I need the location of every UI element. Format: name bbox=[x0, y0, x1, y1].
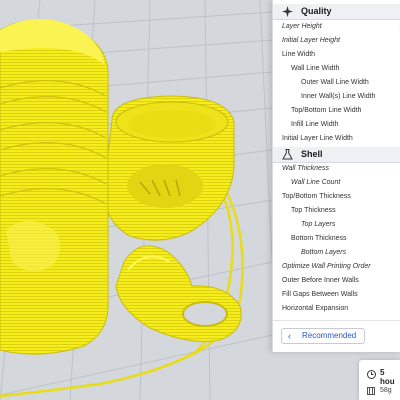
setting-inner-wall-line-width[interactable]: Inner Wall(s) Line Width bbox=[301, 90, 375, 103]
section-shell[interactable]: Shell bbox=[273, 147, 400, 163]
flask-icon bbox=[282, 149, 293, 160]
section-shell-title: Shell bbox=[301, 149, 323, 159]
setting-wall-line-width[interactable]: Wall Line Width bbox=[291, 62, 339, 75]
setting-outer-wall-line-width[interactable]: Outer Wall Line Width bbox=[301, 76, 369, 89]
setting-fill-gaps-between-walls[interactable]: Fill Gaps Between Walls bbox=[282, 288, 358, 301]
setting-top-bottom-line-width[interactable]: Top/Bottom Line Width bbox=[291, 104, 361, 117]
print-time: 5 hou bbox=[380, 368, 395, 386]
panel-footer: ‹ Recommended bbox=[273, 320, 400, 352]
chevron-left-icon: ‹ bbox=[288, 331, 291, 341]
spool-icon bbox=[367, 387, 375, 395]
setting-layer-height[interactable]: Layer Height bbox=[282, 20, 322, 33]
setting-outer-before-inner-walls[interactable]: Outer Before Inner Walls bbox=[282, 274, 359, 287]
setting-top-thickness[interactable]: Top Thickness bbox=[291, 204, 336, 217]
jar-model bbox=[0, 18, 109, 355]
print-estimate-card[interactable]: 5 hou 58g bbox=[359, 360, 400, 400]
setting-bottom-thickness[interactable]: Bottom Thickness bbox=[291, 232, 347, 245]
clock-icon bbox=[367, 370, 376, 379]
material-weight: 58g bbox=[380, 387, 392, 394]
section-quality[interactable]: Quality bbox=[273, 4, 400, 20]
setting-infill-line-width[interactable]: Infill Line Width bbox=[291, 118, 338, 131]
setting-initial-layer-height[interactable]: Initial Layer Height bbox=[282, 34, 340, 47]
section-quality-title: Quality bbox=[301, 6, 332, 16]
setting-horizontal-expansion[interactable]: Horizontal Expansion bbox=[282, 302, 348, 315]
setting-top-layers[interactable]: Top Layers bbox=[301, 218, 335, 231]
custom-settings-panel: Quality › Layer Height Initial Layer Hei… bbox=[272, 0, 400, 352]
setting-line-width[interactable]: Line Width bbox=[282, 48, 315, 61]
setting-top-bottom-thickness[interactable]: Top/Bottom Thickness bbox=[282, 190, 351, 203]
setting-optimize-wall-printing-order[interactable]: Optimize Wall Printing Order bbox=[282, 260, 371, 273]
setting-wall-thickness[interactable]: Wall Thickness bbox=[282, 162, 329, 175]
setting-wall-line-count[interactable]: Wall Line Count bbox=[291, 176, 340, 189]
setting-bottom-layers[interactable]: Bottom Layers bbox=[301, 246, 346, 259]
sparkle-icon bbox=[282, 6, 293, 17]
recommended-button-label: Recommended bbox=[302, 331, 357, 340]
recommended-button[interactable]: ‹ Recommended bbox=[281, 328, 365, 344]
setting-initial-layer-line-width[interactable]: Initial Layer Line Width bbox=[282, 132, 353, 145]
